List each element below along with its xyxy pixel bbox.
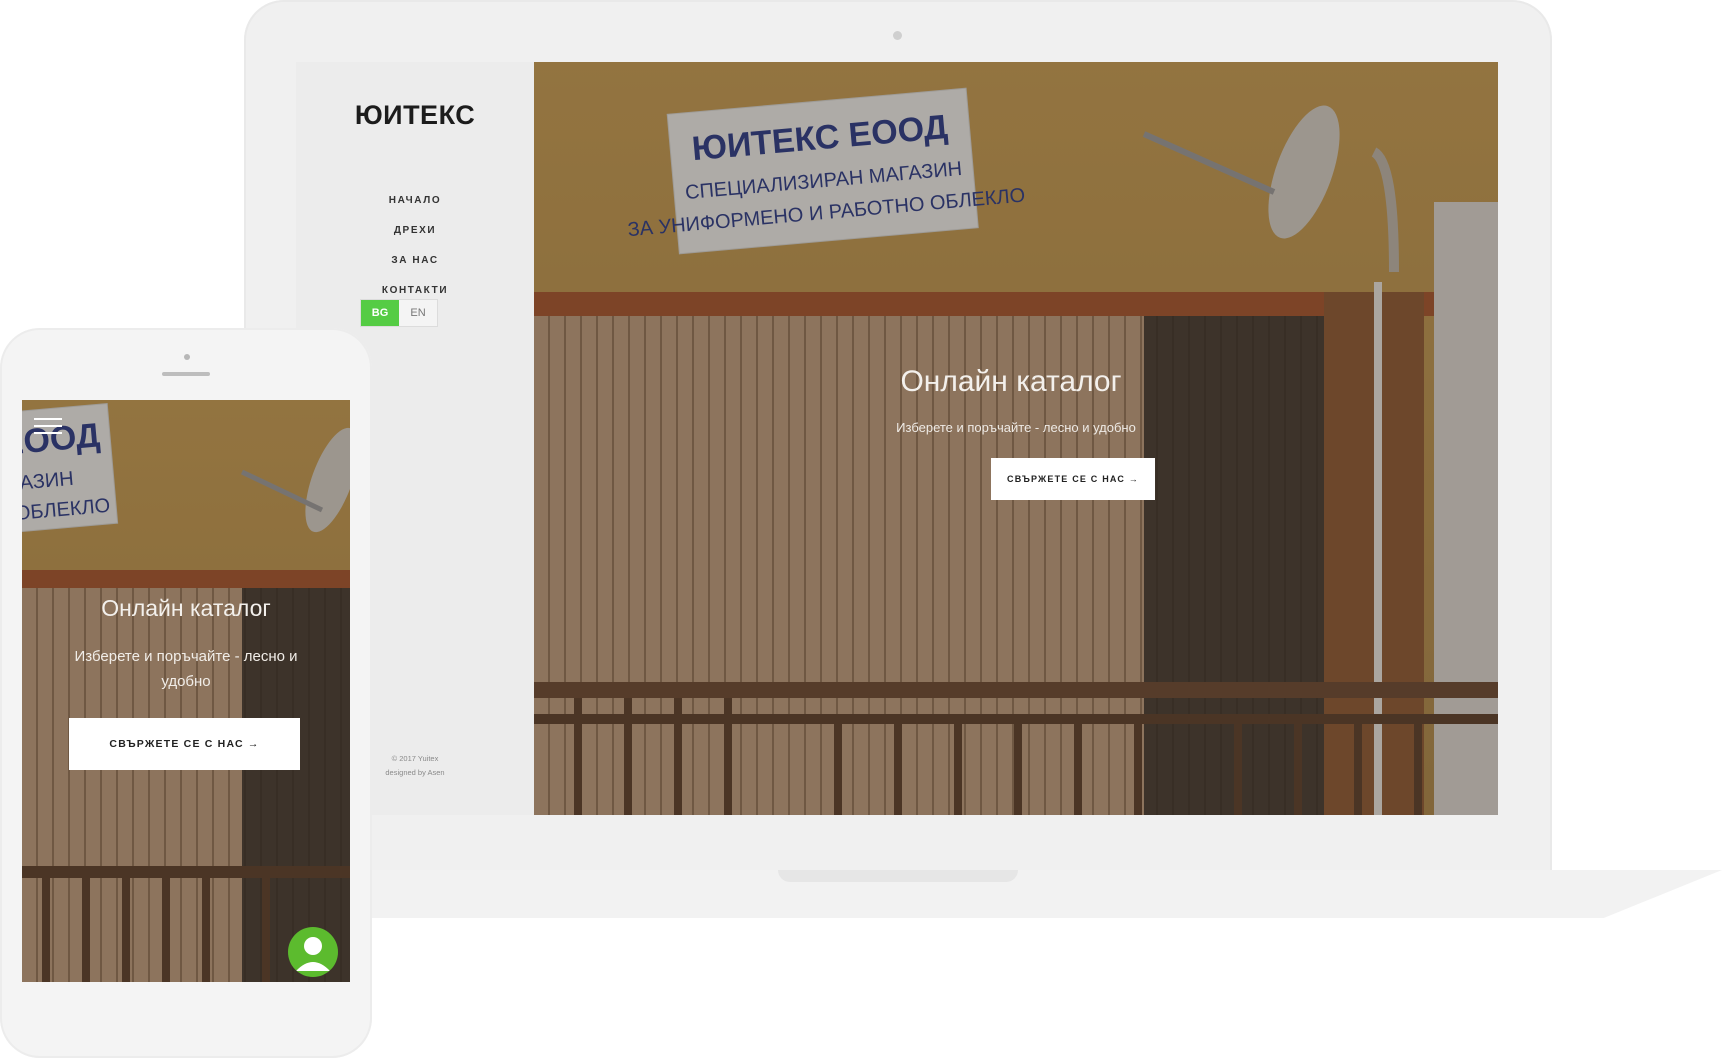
nav-home[interactable]: НАЧАЛО: [296, 186, 534, 216]
language-switcher: BG EN: [360, 299, 438, 327]
nav-about[interactable]: ЗА НАС: [296, 246, 534, 276]
mobile-hero-title: Онлайн каталог: [101, 595, 271, 621]
site-logo[interactable]: ЮИТЕКС: [296, 100, 534, 131]
hero-title: Онлайн каталог: [900, 365, 1122, 398]
lang-bg-button[interactable]: BG: [361, 300, 399, 326]
laptop-notch: [778, 870, 1018, 882]
mobile-contact-us-button[interactable]: СВЪРЖЕТЕ СЕ С НАС →: [69, 718, 300, 770]
mobile-screen: ЕООД МАГАЗИН ТНО ОБЛЕКЛО Онлайн каталог …: [22, 400, 350, 982]
user-avatar-icon[interactable]: [288, 927, 338, 977]
main-nav: НАЧАЛО ДРЕХИ ЗА НАС КОНТАКТИ: [296, 186, 534, 306]
mobile-hero-subtitle: Изберете и поръчайте - лесно и удобно: [74, 648, 298, 690]
hero-banner: ЮИТЕКС ЕООД СПЕЦИАЛИЗИРАН МАГАЗИН ЗА УНИ…: [534, 62, 1498, 815]
phone-camera: [184, 354, 190, 360]
lang-en-button[interactable]: EN: [399, 300, 437, 326]
hamburger-menu-icon[interactable]: [34, 418, 62, 436]
desktop-screen: ЮИТЕКС НАЧАЛО ДРЕХИ ЗА НАС КОНТАКТИ BG E…: [296, 62, 1498, 815]
laptop-camera: [893, 31, 902, 40]
nav-clothes[interactable]: ДРЕХИ: [296, 216, 534, 246]
phone-speaker: [162, 372, 210, 376]
hero-overlay: [534, 62, 1498, 815]
hero-subtitle: Изберете и поръчайте - лесно и удобно: [896, 420, 1136, 435]
contact-us-button[interactable]: СВЪРЖЕТЕ СЕ С НАС →: [991, 458, 1155, 500]
